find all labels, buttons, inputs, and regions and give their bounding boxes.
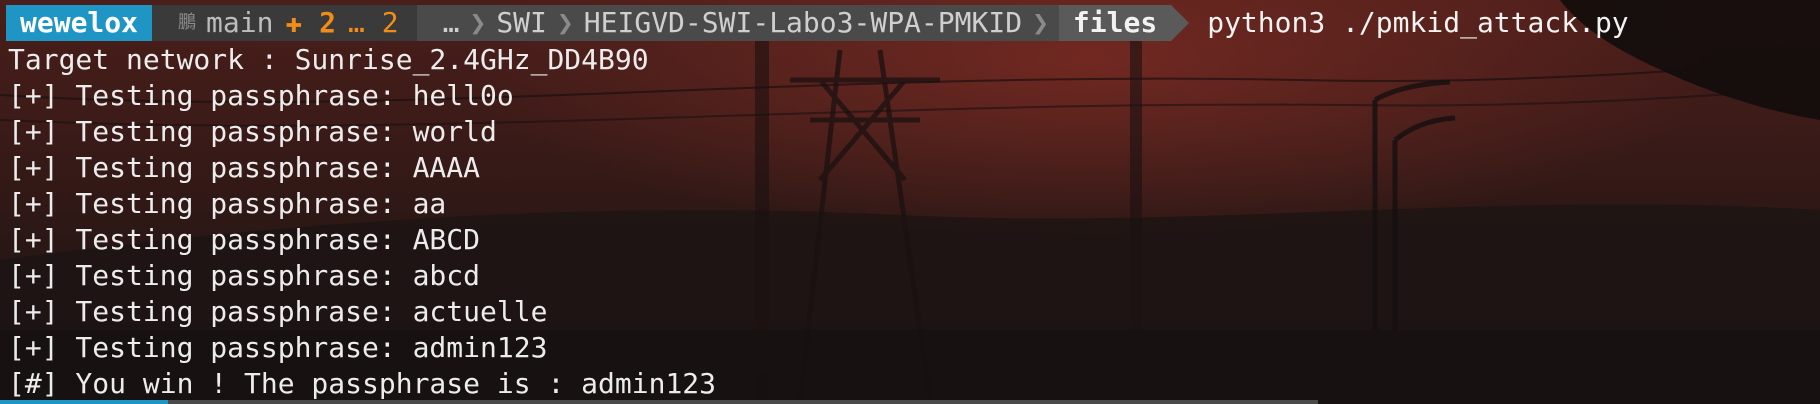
path-chevron-icon: ❯ <box>1032 6 1049 39</box>
prompt-user: wewelox <box>20 6 139 39</box>
output-line-result: [#] You win ! The passphrase is : admin1… <box>8 367 717 400</box>
path-chevron-icon: ❯ <box>469 6 487 39</box>
shell-prompt: wewelox 鵬 main ✚ 2 … 2 … ❯ SWI ❯ HEIGVD-… <box>6 5 1629 41</box>
prompt-branch: main <box>206 6 274 39</box>
next-prompt-path-segment <box>168 400 1318 404</box>
path-part-repo: HEIGVD-SWI-Labo3-WPA-PMKID <box>583 6 1023 39</box>
output-line: [+] Testing passphrase: hell0o <box>8 79 514 112</box>
next-prompt-user-segment <box>0 400 168 404</box>
prompt-untracked-count: … 2 <box>348 6 399 39</box>
output-line: [+] Testing passphrase: world <box>8 115 497 148</box>
terminal-window[interactable]: wewelox 鵬 main ✚ 2 … 2 … ❯ SWI ❯ HEIGVD-… <box>0 0 1820 404</box>
branch-icon: 鵬 <box>178 12 197 33</box>
terminal-output: Target network : Sunrise_2.4GHz_DD4B90 [… <box>8 42 716 402</box>
prompt-current-dir: files <box>1072 6 1158 39</box>
prompt-path-segment: … ❯ SWI ❯ HEIGVD-SWI-Labo3-WPA-PMKID ❯ <box>416 5 1059 41</box>
output-line: [+] Testing passphrase: abcd <box>8 259 481 292</box>
prompt-user-segment: wewelox <box>6 5 153 41</box>
output-line: Target network : Sunrise_2.4GHz_DD4B90 <box>8 43 649 76</box>
output-line: [+] Testing passphrase: AAAA <box>8 151 481 184</box>
prompt-command: python3 ./pmkid_attack.py <box>1207 6 1629 39</box>
output-line: [+] Testing passphrase: admin123 <box>8 331 548 364</box>
prompt-git-segment: 鵬 main ✚ 2 … 2 <box>152 5 417 41</box>
path-ellipsis: … <box>442 6 460 39</box>
prompt-separator <box>1171 5 1190 41</box>
path-chevron-icon: ❯ <box>556 6 574 39</box>
path-part-swi: SWI <box>496 6 547 39</box>
output-line: [+] Testing passphrase: actuelle <box>8 295 548 328</box>
output-line: [+] Testing passphrase: aa <box>8 187 447 220</box>
prompt-current-dir-segment: files <box>1058 5 1172 41</box>
prompt-staged-count: ✚ 2 <box>285 6 337 39</box>
output-line: [+] Testing passphrase: ABCD <box>8 223 481 256</box>
